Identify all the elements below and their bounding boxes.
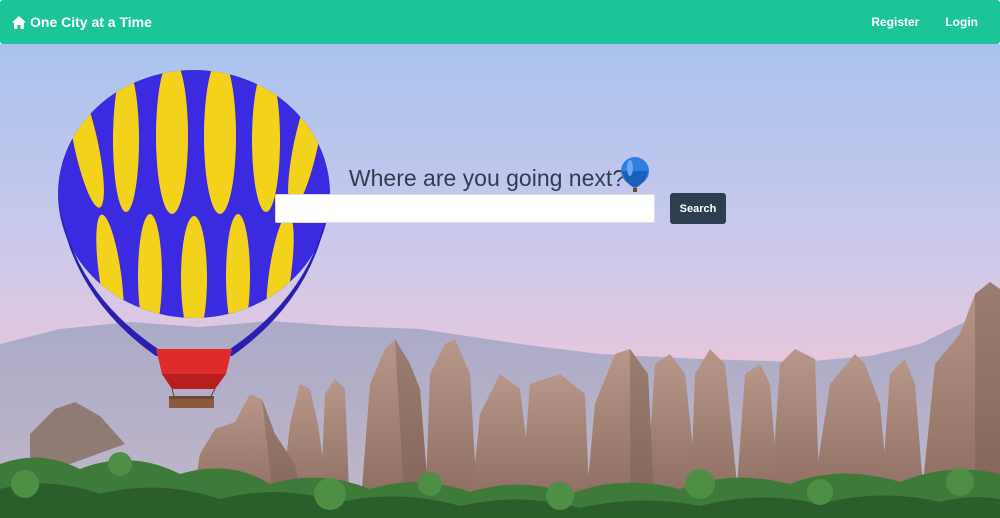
hot-air-balloon-icon	[621, 157, 650, 192]
hero-headline-text: Where are you going next?	[348, 165, 626, 191]
search-form: Search	[275, 193, 726, 224]
search-button[interactable]: Search	[670, 193, 726, 224]
brand-title: One City at a Time	[30, 14, 152, 30]
hero-section: Where are you going next? Search	[0, 44, 1000, 518]
register-link[interactable]: Register	[871, 15, 919, 29]
hero-headline: Where are you going next?	[0, 156, 1000, 194]
nav-links: Register Login	[871, 15, 988, 29]
login-link[interactable]: Login	[945, 15, 978, 29]
navbar: One City at a Time Register Login	[0, 0, 1000, 44]
brand-link[interactable]: One City at a Time	[12, 14, 152, 30]
search-input[interactable]	[275, 194, 655, 223]
home-icon	[12, 15, 26, 29]
hero-background-image	[0, 70, 1000, 518]
